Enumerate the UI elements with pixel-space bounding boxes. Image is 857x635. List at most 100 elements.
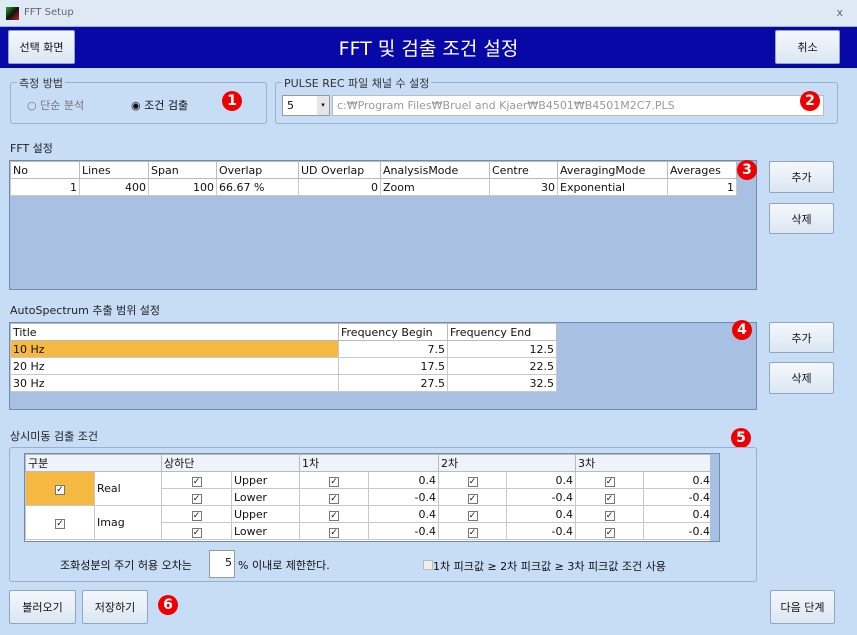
cell[interactable]: 400 xyxy=(79,178,149,196)
checkbox-checked-icon[interactable]: ✓ xyxy=(467,527,478,538)
table-row[interactable]: 30 Hz 27.5 32.5 xyxy=(10,374,557,392)
bound-label[interactable]: Lower xyxy=(231,488,300,506)
fft-grid[interactable]: No Lines Span Overlap UD Overlap AnalysisMode… xyxy=(9,160,757,290)
cell[interactable]: 27.5 xyxy=(338,374,448,392)
order-checkbox[interactable]: ✓ xyxy=(575,488,644,506)
order-checkbox[interactable]: ✓ xyxy=(438,488,507,506)
group-enable-checkbox[interactable]: ✓ xyxy=(25,471,95,506)
fft-add-button[interactable]: 추가 xyxy=(769,161,834,193)
table-row[interactable]: ✓ Real ✓ Upper ✓ 0.4 ✓ 0.4 ✓ 0.4 xyxy=(25,471,713,506)
checkbox-checked-icon[interactable]: ✓ xyxy=(604,510,615,521)
order-checkbox[interactable]: ✓ xyxy=(575,471,644,489)
col-header[interactable]: Centre xyxy=(489,161,558,179)
order-checkbox[interactable]: ✓ xyxy=(299,471,369,489)
col-header[interactable]: Averages xyxy=(667,161,737,179)
fft-delete-button[interactable]: 삭제 xyxy=(769,203,834,234)
cell[interactable]: Zoom xyxy=(380,178,490,196)
cell[interactable]: 1 xyxy=(10,178,80,196)
channel-select[interactable]: 5 ▾ xyxy=(282,95,330,116)
table-row[interactable]: 20 Hz 17.5 22.5 xyxy=(10,357,557,375)
col-header[interactable]: UD Overlap xyxy=(298,161,381,179)
order-checkbox[interactable]: ✓ xyxy=(299,505,369,523)
group-name[interactable]: Real xyxy=(94,471,162,506)
radio-simple[interactable]: ○ 단순 분석 xyxy=(27,97,84,113)
threshold-value[interactable]: 0.4 xyxy=(368,471,439,489)
threshold-value[interactable]: -0.4 xyxy=(368,522,439,540)
threshold-value[interactable]: -0.4 xyxy=(506,488,576,506)
checkbox-checked-icon[interactable]: ✓ xyxy=(329,527,339,538)
threshold-value[interactable]: -0.4 xyxy=(506,522,576,540)
threshold-value[interactable]: 0.4 xyxy=(643,471,713,489)
order-checkbox[interactable]: ✓ xyxy=(575,505,644,523)
threshold-value[interactable]: 0.4 xyxy=(643,505,713,523)
checkbox-checked-icon[interactable]: ✓ xyxy=(191,527,202,538)
tolerance-input[interactable]: 5 xyxy=(209,550,235,578)
cell[interactable]: 10 Hz xyxy=(10,340,339,358)
save-button[interactable]: 저장하기 xyxy=(82,590,148,624)
checkbox-checked-icon[interactable]: ✓ xyxy=(329,493,339,504)
bound-checkbox[interactable]: ✓ xyxy=(161,488,232,506)
checkbox-checked-icon[interactable]: ✓ xyxy=(467,476,478,487)
checkbox-checked-icon[interactable]: ✓ xyxy=(191,510,202,521)
col-header[interactable]: No xyxy=(10,161,80,179)
cell[interactable]: 30 xyxy=(489,178,558,196)
cell[interactable]: 7.5 xyxy=(338,340,448,358)
threshold-value[interactable]: 0.4 xyxy=(506,471,576,489)
order-checkbox[interactable]: ✓ xyxy=(575,522,644,540)
checkbox-checked-icon[interactable]: ✓ xyxy=(191,493,202,504)
cell[interactable]: 22.5 xyxy=(447,357,557,375)
checkbox-checked-icon[interactable]: ✓ xyxy=(329,476,339,487)
threshold-value[interactable]: -0.4 xyxy=(643,488,713,506)
order-checkbox[interactable]: ✓ xyxy=(299,522,369,540)
auto-add-button[interactable]: 추가 xyxy=(769,322,834,353)
checkbox-checked-icon[interactable]: ✓ xyxy=(55,485,65,495)
threshold-value[interactable]: 0.4 xyxy=(506,505,576,523)
group-enable-checkbox[interactable]: ✓ xyxy=(25,505,95,540)
autospectrum-grid[interactable]: Title Frequency Begin Frequency End 10 Hz 7… xyxy=(9,322,757,410)
scrollbar[interactable] xyxy=(710,454,719,541)
col-header[interactable]: Title xyxy=(10,323,339,341)
bound-checkbox[interactable]: ✓ xyxy=(161,471,232,489)
col-header[interactable]: Overlap xyxy=(216,161,299,179)
checkbox-checked-icon[interactable]: ✓ xyxy=(55,519,65,529)
select-screen-button[interactable]: 선택 화면 xyxy=(8,30,75,64)
next-step-button[interactable]: 다음 단계 xyxy=(770,590,835,624)
cell[interactable]: 30 Hz xyxy=(10,374,339,392)
cell[interactable]: 32.5 xyxy=(447,374,557,392)
checkbox-checked-icon[interactable]: ✓ xyxy=(604,476,615,487)
bound-checkbox[interactable]: ✓ xyxy=(161,522,232,540)
checkbox-checked-icon[interactable]: ✓ xyxy=(604,493,615,504)
bound-label[interactable]: Lower xyxy=(231,522,300,540)
checkbox-checked-icon[interactable]: ✓ xyxy=(467,493,478,504)
bound-checkbox[interactable]: ✓ xyxy=(161,505,232,523)
col-header[interactable]: Lines xyxy=(79,161,149,179)
path-field[interactable]: c:₩Program Files₩Bruel and Kjaer₩B4501₩B… xyxy=(332,95,824,116)
cell[interactable]: Exponential xyxy=(557,178,668,196)
table-row[interactable]: 1 400 100 66.67 % 0 Zoom 30 Exponential 1 xyxy=(10,178,737,196)
cell[interactable]: 20 Hz xyxy=(10,357,339,375)
peak-option-checkbox[interactable]: 1차 피크값 ≥ 2차 피크값 ≥ 3차 피크값 조건 사용 xyxy=(423,558,666,574)
detect-grid[interactable]: 구분 상하단 1차 2차 3차 ✓ Real ✓ Upper ✓ 0.4 ✓ 0.4 ✓ 0.4 ✓ Lowe… xyxy=(24,453,720,542)
load-button[interactable]: 불러오기 xyxy=(9,590,76,624)
radio-condition[interactable]: ◉ 조건 검출 xyxy=(131,97,188,113)
cell[interactable]: 100 xyxy=(148,178,217,196)
col-header[interactable]: AnalysisMode xyxy=(380,161,490,179)
col-header[interactable]: Frequency End xyxy=(447,323,557,341)
cancel-button[interactable]: 취소 xyxy=(775,30,840,64)
cell[interactable]: 12.5 xyxy=(447,340,557,358)
group-name[interactable]: Imag xyxy=(94,505,162,540)
order-checkbox[interactable]: ✓ xyxy=(438,505,507,523)
bound-label[interactable]: Upper xyxy=(231,471,300,489)
threshold-value[interactable]: 0.4 xyxy=(368,505,439,523)
threshold-value[interactable]: -0.4 xyxy=(368,488,439,506)
checkbox-checked-icon[interactable]: ✓ xyxy=(467,510,478,521)
order-checkbox[interactable]: ✓ xyxy=(299,488,369,506)
checkbox-checked-icon[interactable]: ✓ xyxy=(329,510,339,521)
checkbox-checked-icon[interactable]: ✓ xyxy=(604,527,615,538)
cell[interactable]: 17.5 xyxy=(338,357,448,375)
bound-label[interactable]: Upper xyxy=(231,505,300,523)
table-row[interactable]: 10 Hz 7.5 12.5 xyxy=(10,340,557,358)
cell[interactable]: 1 xyxy=(667,178,737,196)
col-header[interactable]: Frequency Begin xyxy=(338,323,448,341)
cell[interactable]: 66.67 % xyxy=(216,178,299,196)
